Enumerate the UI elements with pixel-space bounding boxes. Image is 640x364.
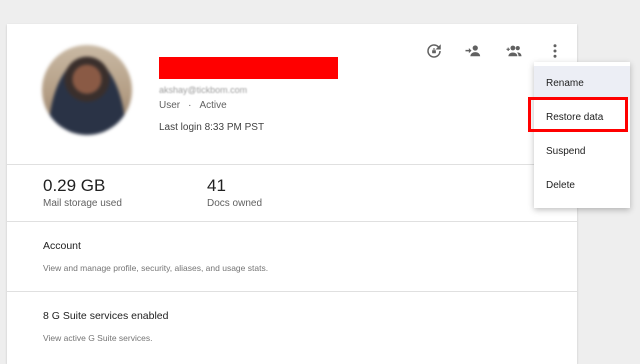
account-section-subtitle: View and manage profile, security, alias… [43,263,269,273]
user-status: Active [199,100,227,111]
services-section-subtitle: View active G Suite services. [43,333,153,343]
add-group-icon[interactable] [503,40,525,62]
restore-icon[interactable] [423,40,445,62]
user-header: akshay@tickbom.com User · Active Last logi… [7,24,577,164]
last-login: Last login 8:33 PM PST [159,122,265,133]
menu-item-suspend[interactable]: Suspend [534,134,630,168]
mail-storage-label: Mail storage used [43,198,122,209]
transfer-icon[interactable] [462,40,484,62]
redacted-user-name [159,57,338,79]
user-email: akshay@tickbom.com [159,85,248,95]
more-actions-menu: Rename Restore data Suspend Delete [534,62,630,208]
header-divider [7,164,577,165]
restore-data-highlight [528,97,628,132]
stats-divider [7,221,577,222]
docs-owned-value: 41 [207,176,226,195]
more-vert-icon[interactable] [544,40,566,62]
menu-item-delete[interactable]: Delete [534,168,630,202]
mail-storage-value: 0.29 GB [43,176,106,195]
user-role-status: User · Active [159,100,227,111]
user-card: akshay@tickbom.com User · Active Last logi… [7,24,577,364]
account-section-title[interactable]: Account [43,240,81,252]
account-divider [7,291,577,292]
user-avatar [42,45,132,135]
menu-item-rename[interactable]: Rename [534,66,630,100]
role-separator: · [188,100,192,111]
user-role: User [159,100,181,111]
services-section-title[interactable]: 8 G Suite services enabled [43,310,169,322]
docs-owned-label: Docs owned [207,198,263,209]
